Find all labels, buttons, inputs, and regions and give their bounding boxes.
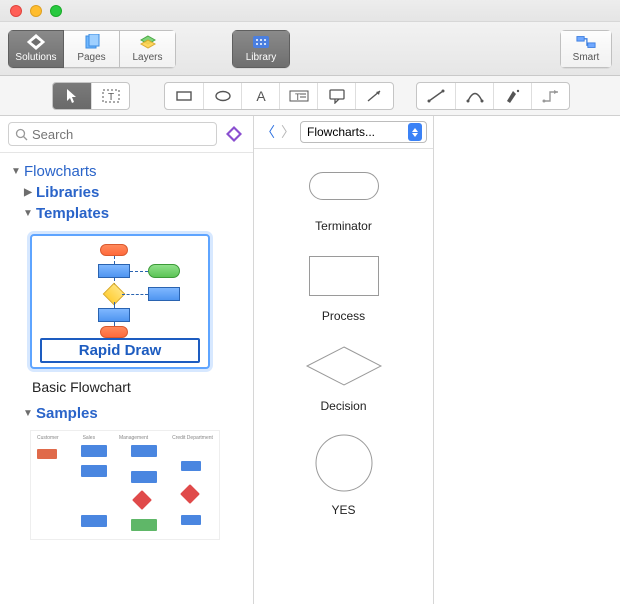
shape-process[interactable]: Process: [254, 253, 433, 323]
library-icon: [251, 34, 271, 50]
library-forward-button[interactable]: 〉: [280, 123, 296, 141]
search-icon: [15, 128, 28, 141]
library-header: 〈 〉 Flowcharts...: [254, 116, 433, 149]
solution-tree: ▼ Flowcharts ▶ Libraries ▼ Templates: [0, 153, 253, 604]
smart-icon: [576, 34, 596, 50]
rapid-draw-badge: Rapid Draw: [40, 338, 200, 363]
textbox-tool[interactable]: T: [279, 83, 317, 109]
line-tool[interactable]: [417, 83, 455, 109]
solutions-label: Solutions: [15, 52, 56, 63]
solutions-icon: [26, 34, 46, 50]
tree-label: Templates: [36, 205, 109, 222]
shape-list: Terminator Process Decision YES: [254, 149, 433, 604]
library-pane: 〈 〉 Flowcharts... Terminator Process Dec…: [254, 116, 434, 604]
curve-tool[interactable]: [455, 83, 493, 109]
view-segment: Solutions Pages Layers: [8, 30, 176, 68]
layers-label: Layers: [132, 52, 162, 63]
connector-tool[interactable]: [531, 83, 569, 109]
template-thumb-wrap: Rapid Draw: [10, 224, 243, 373]
library-segment: Library: [232, 30, 290, 68]
stepper-icon: [408, 123, 422, 141]
template-preview: [40, 244, 200, 334]
callout-tool[interactable]: [317, 83, 355, 109]
text-tool[interactable]: A: [241, 83, 279, 109]
main-toolbar: Solutions Pages Layers Library: [0, 22, 620, 76]
tools-toolbar: T A T: [0, 76, 620, 116]
text-frame-tool[interactable]: T: [91, 83, 129, 109]
smart-label: Smart: [573, 52, 600, 63]
drawing-canvas[interactable]: [434, 116, 620, 604]
smart-tab[interactable]: Smart: [560, 30, 612, 68]
shape-tool-group: A T: [164, 82, 394, 110]
template-thumbnail[interactable]: Rapid Draw: [30, 234, 210, 369]
disclosure-down-icon: ▼: [22, 408, 34, 419]
ellipse-tool[interactable]: [203, 83, 241, 109]
svg-text:T: T: [107, 92, 113, 103]
shape-label: YES: [331, 503, 355, 517]
pages-tab[interactable]: Pages: [64, 30, 120, 68]
tree-label: Flowcharts: [24, 163, 97, 180]
disclosure-down-icon: ▼: [10, 166, 22, 177]
zoom-window-button[interactable]: [50, 5, 62, 17]
tree-root-flowcharts[interactable]: ▼ Flowcharts: [10, 161, 243, 182]
layers-tab[interactable]: Layers: [120, 30, 176, 68]
shape-label: Decision: [320, 399, 366, 413]
close-window-button[interactable]: [10, 5, 22, 17]
library-label: Library: [246, 52, 277, 63]
line-tool-group: [416, 82, 570, 110]
body: ▼ Flowcharts ▶ Libraries ▼ Templates: [0, 116, 620, 604]
disclosure-down-icon: ▼: [22, 208, 34, 219]
library-selector[interactable]: Flowcharts...: [300, 121, 427, 143]
solutions-sidebar: ▼ Flowcharts ▶ Libraries ▼ Templates: [0, 116, 254, 604]
tree-templates[interactable]: ▼ Templates: [10, 203, 243, 224]
shape-terminator[interactable]: Terminator: [254, 163, 433, 233]
search-input[interactable]: [32, 127, 210, 142]
library-back-button[interactable]: 〈: [260, 123, 276, 141]
tree-label: Samples: [36, 405, 98, 422]
shape-decision[interactable]: Decision: [254, 343, 433, 413]
svg-text:A: A: [256, 88, 266, 104]
library-selector-label: Flowcharts...: [307, 125, 375, 139]
smart-segment: Smart: [560, 30, 612, 68]
rectangle-tool[interactable]: [165, 83, 203, 109]
search-row: [0, 116, 253, 153]
shape-label: Terminator: [315, 219, 372, 233]
search-field[interactable]: [8, 122, 217, 146]
template-title: Basic Flowchart: [10, 373, 243, 403]
arrow-tool[interactable]: [355, 83, 393, 109]
tree-samples[interactable]: ▼ Samples: [10, 403, 243, 424]
layers-icon: [138, 34, 158, 50]
sample-thumbnail[interactable]: CustomerSalesManagementCredit Department: [30, 430, 220, 540]
tree-label: Libraries: [36, 184, 99, 201]
minimize-window-button[interactable]: [30, 5, 42, 17]
pointer-tool[interactable]: [53, 83, 91, 109]
solution-logo-icon[interactable]: [223, 123, 245, 145]
library-tab[interactable]: Library: [232, 30, 290, 68]
shape-connector-circle[interactable]: YES: [254, 433, 433, 517]
window-titlebar: [0, 0, 620, 22]
select-tool-group: T: [52, 82, 130, 110]
pen-tool[interactable]: [493, 83, 531, 109]
pages-icon: [82, 34, 102, 50]
pages-label: Pages: [77, 52, 105, 63]
solutions-tab[interactable]: Solutions: [8, 30, 64, 68]
shape-label: Process: [322, 309, 365, 323]
disclosure-right-icon: ▶: [22, 187, 34, 198]
tree-libraries[interactable]: ▶ Libraries: [10, 182, 243, 203]
